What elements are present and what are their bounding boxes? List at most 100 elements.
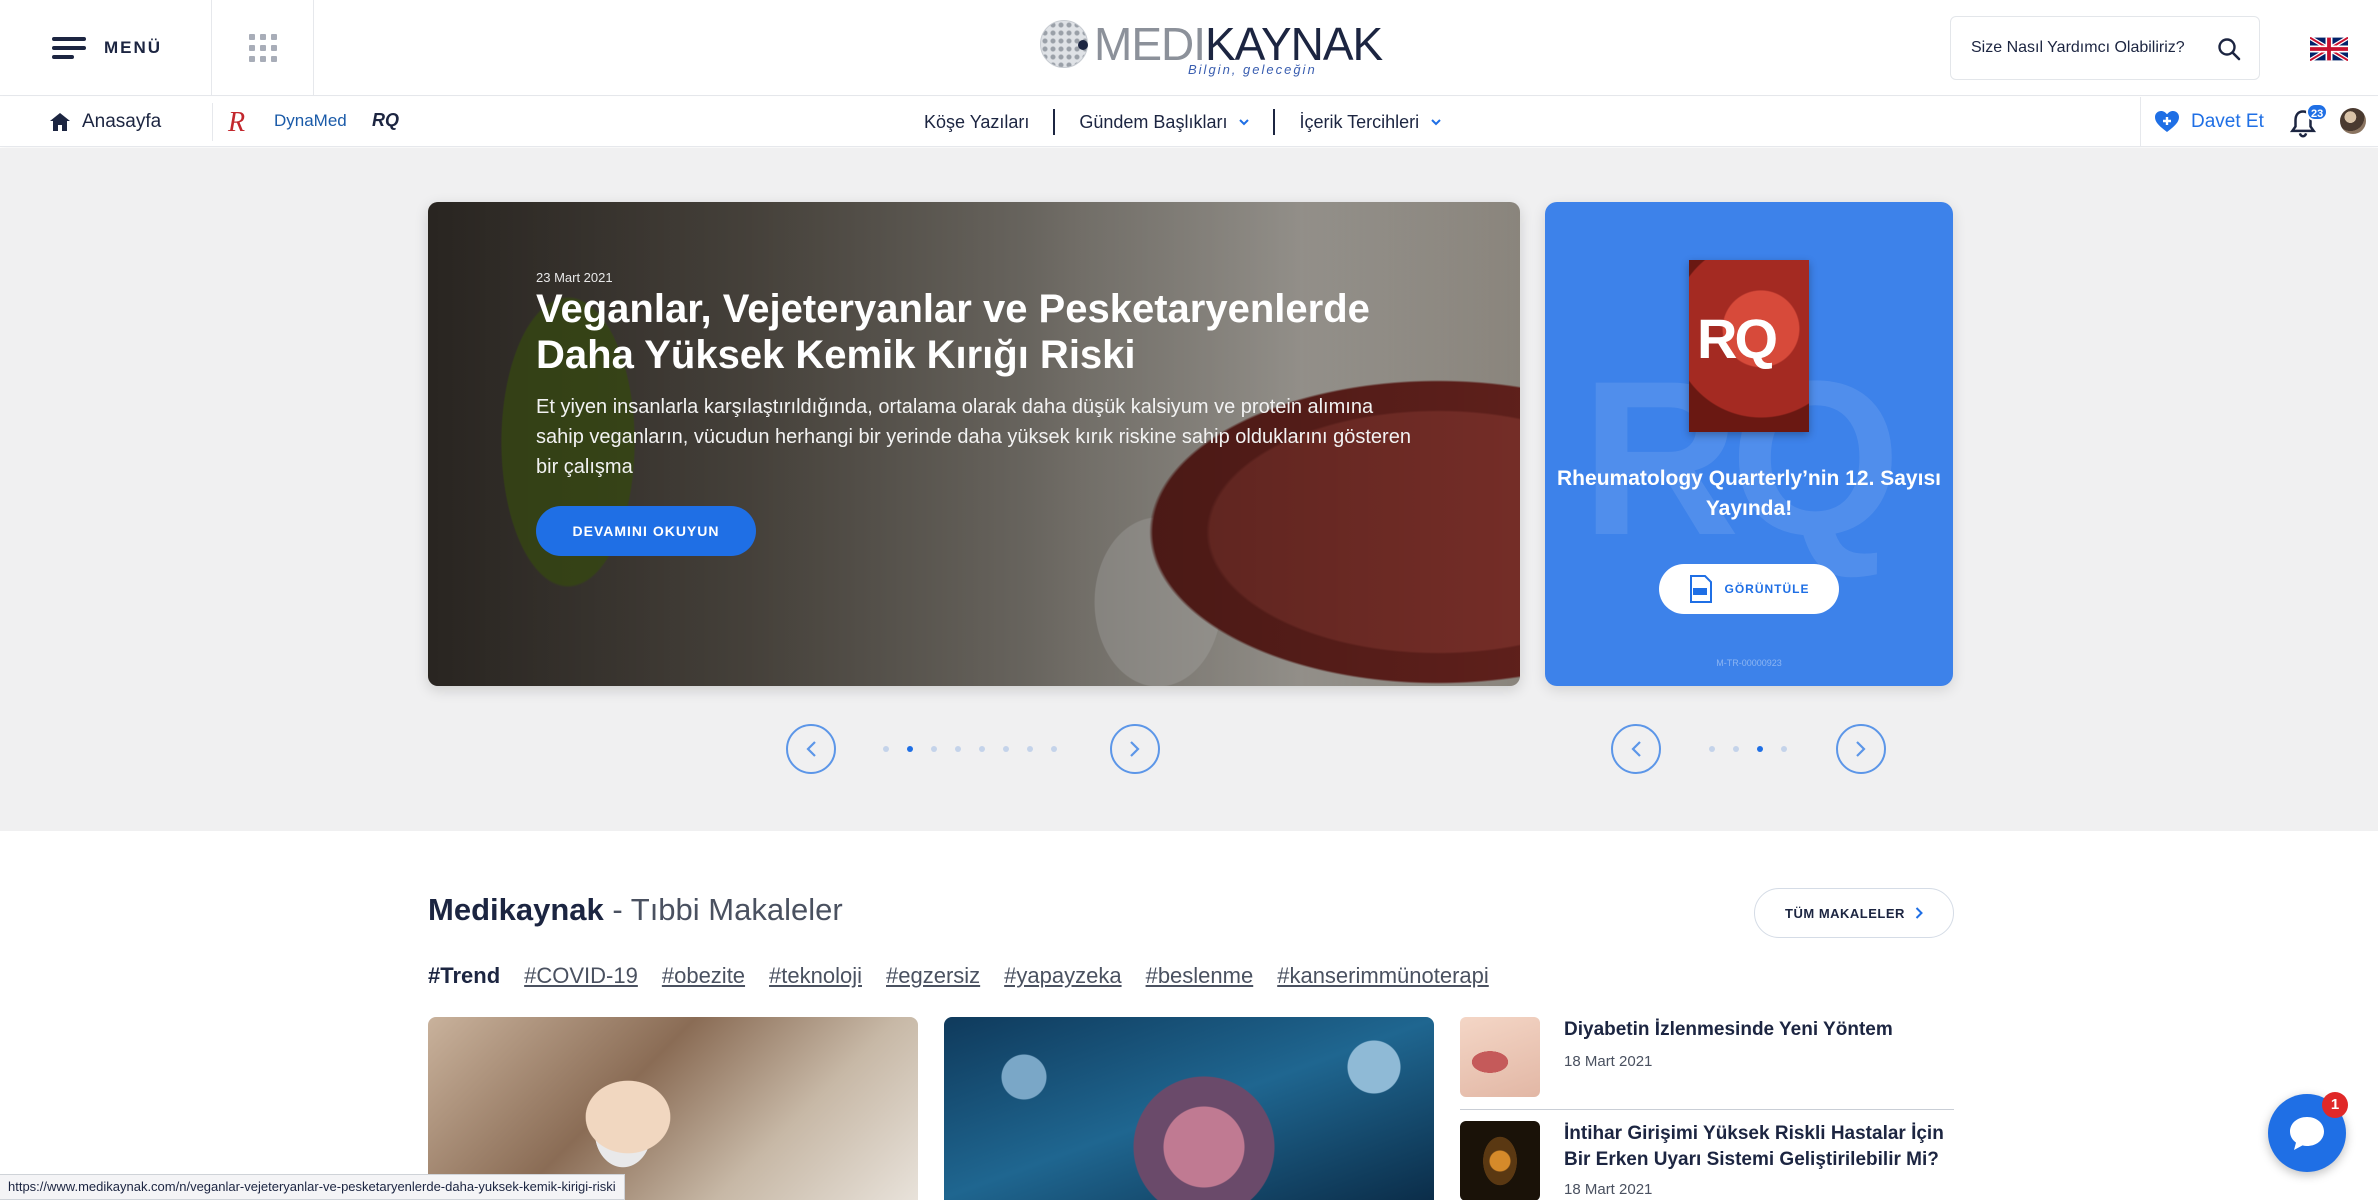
side-article[interactable]: İntihar Girişimi Yüksek Riskli Hastalar … (1460, 1121, 1954, 1200)
hero-pagination-dot[interactable] (907, 746, 913, 752)
article-thumbnail (1460, 1017, 1540, 1097)
rq-link[interactable]: RQ (372, 110, 399, 131)
side-article-date: 18 Mart 2021 (1564, 1053, 1653, 1070)
side-article[interactable]: Diyabetin İzlenmesinde Yeni Yöntem 18 Ma… (1460, 1017, 1954, 1099)
heart-plus-icon (2155, 111, 2179, 132)
rx-link[interactable]: R (228, 107, 245, 139)
hero-description: Et yiyen insanlarla karşılaştırıldığında… (536, 396, 1411, 478)
home-label: Anasayfa (82, 111, 162, 132)
chevron-down-icon (1431, 118, 1441, 125)
side-article-title: İntihar Girişimi Yüksek Riskli Hastalar … (1564, 1123, 1944, 1170)
invite-label: Davet Et (2191, 111, 2264, 132)
search-placeholder: Size Nasıl Yardımcı Olabiliriz? (1971, 39, 2185, 56)
view-pdf-button[interactable]: GÖRÜNTÜLE (1659, 564, 1839, 614)
hero-prev-button[interactable] (786, 724, 836, 774)
search-icon[interactable] (2217, 37, 2241, 61)
rq-pagination (1700, 746, 1796, 752)
nav-kose-yazilari[interactable]: Köşe Yazıları (900, 112, 1053, 133)
nav-label: Köşe Yazıları (924, 111, 1030, 132)
logo-tagline: Bilgin, geleceğin (1188, 62, 1317, 77)
tag-beslenme[interactable]: #beslenme (1146, 963, 1254, 989)
trend-label: #Trend (428, 963, 501, 988)
chevron-right-icon (1915, 907, 1923, 919)
medikaynak-logo[interactable]: MEDIKAYNAK Bilgin, geleceğin (1040, 16, 1383, 80)
view-pdf-label: GÖRÜNTÜLE (1724, 582, 1810, 596)
hero-pagination-dot[interactable] (955, 746, 961, 752)
rq-cover-image: RQ (1689, 260, 1809, 432)
notification-count-badge: 23 (2306, 103, 2329, 121)
article-card-image[interactable] (428, 1017, 918, 1200)
hero-date: 23 Mart 2021 (536, 270, 613, 285)
status-bar-url: https://www.medikaynak.com/n/veganlar-ve… (0, 1174, 625, 1200)
side-article-date: 18 Mart 2021 (1564, 1181, 1653, 1198)
pdf-icon (1689, 575, 1712, 603)
tag-kanserimmunoterapi[interactable]: #kanserimmünoterapi (1277, 963, 1489, 989)
section-title-rest: - Tıbbi Makaleler (603, 892, 843, 927)
hero-pagination-dot[interactable] (1027, 746, 1033, 752)
uk-flag-icon[interactable] (2310, 37, 2348, 61)
nav-gundem-basliklari[interactable]: Gündem Başlıkları (1055, 112, 1273, 133)
hero-pagination (874, 746, 1066, 752)
divider (212, 103, 213, 141)
dynamed-link[interactable]: DynaMed (274, 111, 347, 131)
rq-cover-title: RQ (1697, 307, 1778, 370)
menu-label: MENÜ (104, 38, 163, 57)
rq-prev-button[interactable] (1611, 724, 1661, 774)
rq-promo-card[interactable]: RQ RQ Rheumatology Quarterly’nin 12. Say… (1545, 202, 1953, 686)
chevron-right-icon (1856, 741, 1866, 757)
all-articles-button[interactable]: TÜM MAKALELER (1754, 888, 1954, 938)
rq-pagination-dot[interactable] (1733, 746, 1739, 752)
chevron-right-icon (1130, 741, 1140, 757)
article-card-image[interactable] (944, 1017, 1434, 1200)
nav-icerik-tercihleri[interactable]: İçerik Tercihleri (1275, 112, 1465, 133)
grid-icon (248, 34, 277, 62)
tag-egzersiz[interactable]: #egzersiz (886, 963, 980, 989)
center-nav: Köşe Yazıları Gündem Başlıkları İçerik T… (900, 97, 1465, 147)
dynamed-label: DynaMed (274, 111, 347, 130)
nav-label: İçerik Tercihleri (1299, 111, 1420, 132)
trend-tags: #Trend #COVID-19 #obezite #teknoloji #eg… (428, 963, 1513, 989)
hero-pagination-dot[interactable] (979, 746, 985, 752)
chat-bubble-icon (2290, 1117, 2324, 1150)
rq-pagination-dot[interactable] (1781, 746, 1787, 752)
rq-next-button[interactable] (1836, 724, 1886, 774)
invite-button[interactable]: Davet Et (2140, 97, 2280, 147)
read-more-button[interactable]: DEVAMINI OKUYUN (536, 506, 756, 556)
hero-pagination-dot[interactable] (1003, 746, 1009, 752)
search-box[interactable]: Size Nasıl Yardımcı Olabiliriz? (1950, 16, 2260, 80)
hero-pagination-dot[interactable] (931, 746, 937, 752)
hero-slide[interactable]: 23 Mart 2021 Veganlar, Vejeteryanlar ve … (428, 202, 1520, 686)
chevron-left-icon (1631, 741, 1641, 757)
apps-grid-button[interactable] (212, 0, 314, 96)
article-thumbnail (1460, 1121, 1540, 1200)
tag-obezite[interactable]: #obezite (662, 963, 745, 989)
tag-teknoloji[interactable]: #teknoloji (769, 963, 862, 989)
rq-pagination-dot[interactable] (1709, 746, 1715, 752)
tag-covid19[interactable]: #COVID-19 (524, 963, 638, 989)
chat-unread-badge: 1 (2322, 1092, 2348, 1118)
home-icon (50, 113, 70, 131)
hero-pagination-dot[interactable] (883, 746, 889, 752)
all-articles-label: TÜM MAKALELER (1785, 905, 1905, 921)
hero-pagination-dot[interactable] (1051, 746, 1057, 752)
rq-pagination-dot[interactable] (1757, 746, 1763, 752)
avatar[interactable] (2340, 108, 2366, 134)
rq-code: M-TR-00000923 (1716, 658, 1782, 668)
rq-title: Rheumatology Quarterly’nin 12. Sayısı Ya… (1557, 467, 1941, 520)
divider (1460, 1109, 1954, 1110)
chevron-left-icon (806, 741, 816, 757)
chevron-down-icon (1239, 118, 1250, 125)
hero-title: Veganlar, Vejeteryanlar ve Pesketaryenle… (536, 287, 1370, 377)
home-link[interactable]: Anasayfa (50, 97, 161, 147)
section-title: Medikaynak - Tıbbi Makaleler (428, 892, 843, 928)
section-title-bold: Medikaynak (428, 892, 604, 927)
hamburger-icon (52, 37, 86, 59)
nav-label: Gündem Başlıkları (1079, 111, 1228, 132)
tag-yapayzeka[interactable]: #yapayzeka (1004, 963, 1121, 989)
notification-bell[interactable]: 23 (2288, 103, 2329, 141)
side-article-title: Diyabetin İzlenmesinde Yeni Yöntem (1564, 1019, 1893, 1040)
hero-next-button[interactable] (1110, 724, 1160, 774)
sub-navigation: Anasayfa R DynaMed RQ Köşe Yazıları Günd… (0, 97, 2378, 147)
menu-button[interactable]: MENÜ (0, 0, 212, 96)
top-header: MENÜ MEDIKAYNAK Bilgin, geleceğin Size N… (0, 0, 2378, 96)
